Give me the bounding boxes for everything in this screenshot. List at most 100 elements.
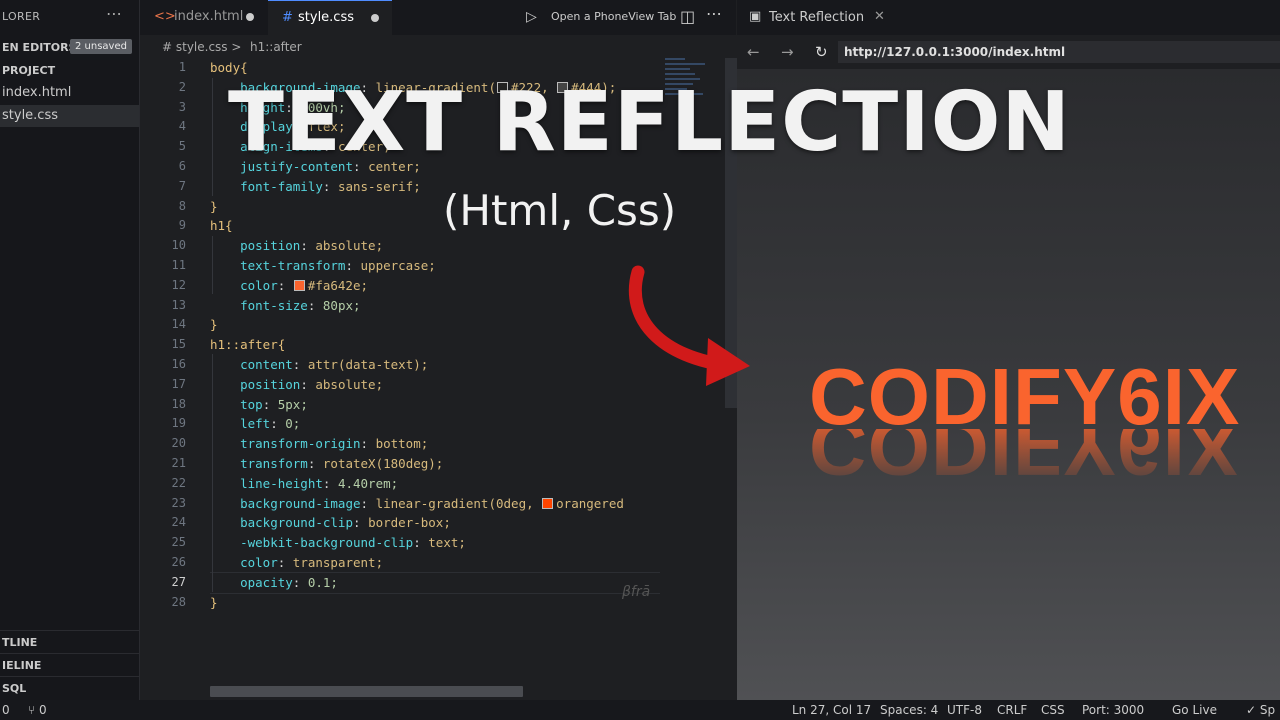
overlay-title: TEXT REFLECTION [228,75,1072,170]
status-indentation[interactable]: Spaces: 4 [880,703,938,717]
breadcrumb-file[interactable]: # style.css > [162,40,241,54]
open-phoneview-button[interactable]: Open a PhoneView Tab [551,10,676,23]
code-line[interactable]: background-image: linear-gradient(0deg, … [210,496,624,511]
sql-section[interactable]: SQL [0,676,139,699]
tab-text-reflection[interactable]: ▣ Text Reflection ✕ [747,0,887,35]
line-number: 28 [171,594,186,609]
unsaved-dot-icon[interactable] [246,13,254,21]
line-number: 18 [171,396,186,411]
split-editor-icon[interactable]: ◫ [680,7,695,26]
code-token: content [210,357,293,372]
status-language[interactable]: CSS [1041,703,1065,717]
code-line[interactable]: text-transform: uppercase; [210,258,436,273]
forward-arrow-icon[interactable]: → [781,43,794,61]
code-line[interactable]: position: absolute; [210,238,383,253]
code-token: font-family [210,178,323,194]
line-number: 6 [178,159,186,173]
code-line[interactable]: font-family: sans-serif; [210,179,421,194]
code-token: color [210,277,278,293]
code-line[interactable]: transform-origin: bottom; [210,436,428,451]
html-icon: <> [154,9,176,24]
line-number: 2 [178,79,186,94]
project-section-label[interactable]: PROJECT [2,64,55,77]
code-token: : [292,574,308,590]
breadcrumb-symbol[interactable]: h1::after [250,40,302,54]
code-token: transparent; [292,555,384,570]
code-token: : [413,535,429,551]
code-line[interactable]: color: transparent; [210,555,383,570]
close-icon[interactable]: ✕ [874,9,885,24]
line-number: 10 [171,238,186,253]
outline-label: TLINE [2,636,38,649]
outline-section[interactable]: TLINE [0,630,139,653]
line-number: 11 [171,258,186,272]
line-number: 26 [171,555,186,569]
code-line[interactable]: content: attr(data-text); [210,357,428,372]
code-token: attr(data-text); [307,357,429,372]
code-line[interactable]: background-clip: border-box; [210,515,451,530]
more-actions-icon[interactable]: ⋯ [106,4,122,23]
code-line[interactable]: transform: rotateX(180deg); [210,456,443,471]
color-swatch[interactable] [542,497,554,509]
code-token: } [210,317,218,333]
line-number: 22 [171,475,186,490]
back-arrow-icon[interactable]: ← [747,43,760,61]
status-go-live[interactable]: Go Live [1172,703,1217,717]
status-encoding[interactable]: UTF-8 [947,703,982,717]
open-editors-section[interactable]: EN EDITORS 2 unsaved [0,38,139,58]
more-icon[interactable]: ⋯ [706,4,722,23]
play-icon[interactable]: ▷ [526,9,537,25]
code-token: 0.1; [307,574,338,590]
code-token: transform-origin [210,436,361,452]
code-line[interactable]: -webkit-background-clip: text; [210,535,466,550]
url-text: http://127.0.0.1:3000/index.html [844,45,1066,59]
line-number: 20 [171,436,186,451]
line-number: 12 [171,277,186,292]
unsaved-dot-icon[interactable] [371,14,379,22]
code-token: : [353,515,369,531]
code-token: } [210,198,218,214]
code-line[interactable]: opacity: 0.1; [210,575,338,590]
tab-style-css[interactable]: # style.css [268,0,392,36]
breadcrumb: # style.css > h1::after [140,36,736,58]
line-number: 16 [171,357,186,371]
code-line[interactable]: body{ [210,60,248,75]
file-item-index-html[interactable]: index.html [0,82,139,104]
code-line[interactable]: } [210,595,218,610]
code-line[interactable]: position: absolute; [210,377,383,392]
code-line[interactable]: line-height: 4.40rem; [210,476,398,491]
code-line[interactable]: top: 5px; [210,397,308,412]
status-port[interactable]: Port: 3000 [1082,703,1144,717]
code-line[interactable]: } [210,199,218,214]
status-position[interactable]: Ln 27, Col 17 [792,703,871,717]
file-item-style-css[interactable]: style.css [0,105,139,127]
explorer-sidebar: LORER ⋯ EN EDITORS 2 unsaved PROJECT ind… [0,0,140,700]
code-line[interactable]: color: #fa642e; [210,278,368,293]
horizontal-scrollbar[interactable] [210,686,523,697]
overlay-subtitle: (Html, Css) [443,186,677,235]
line-number: 14 [171,317,186,332]
code-line[interactable]: } [210,317,218,332]
code-token: opacity [210,574,293,590]
tab-index-html[interactable]: <> index.html [140,0,266,35]
code-token: 80px; [322,297,361,313]
status-errors[interactable]: 0 [2,703,10,717]
page-heading: CODIFY6IX [809,352,1241,441]
code-token: h1::after{ [210,337,286,353]
code-line[interactable]: left: 0; [210,416,300,431]
status-warnings[interactable]: ⑂ 0 [28,703,47,717]
reload-icon[interactable]: ↻ [815,43,828,61]
line-number: 4 [178,119,186,134]
code-line[interactable]: font-size: 80px; [210,297,361,313]
status-eol[interactable]: CRLF [997,703,1027,717]
line-number: 24 [171,515,186,530]
timeline-section[interactable]: IELINE [0,653,139,676]
code-token: absolute; [315,238,384,254]
color-swatch[interactable] [293,279,305,291]
address-bar[interactable]: http://127.0.0.1:3000/index.html [838,41,1280,63]
code-line[interactable]: h1::after{ [210,337,285,352]
code-token: bottom; [375,436,429,452]
status-extra[interactable]: ✓ Sp [1246,703,1275,717]
code-line[interactable]: h1{ [210,218,233,233]
open-editors-label: EN EDITORS [2,41,77,54]
